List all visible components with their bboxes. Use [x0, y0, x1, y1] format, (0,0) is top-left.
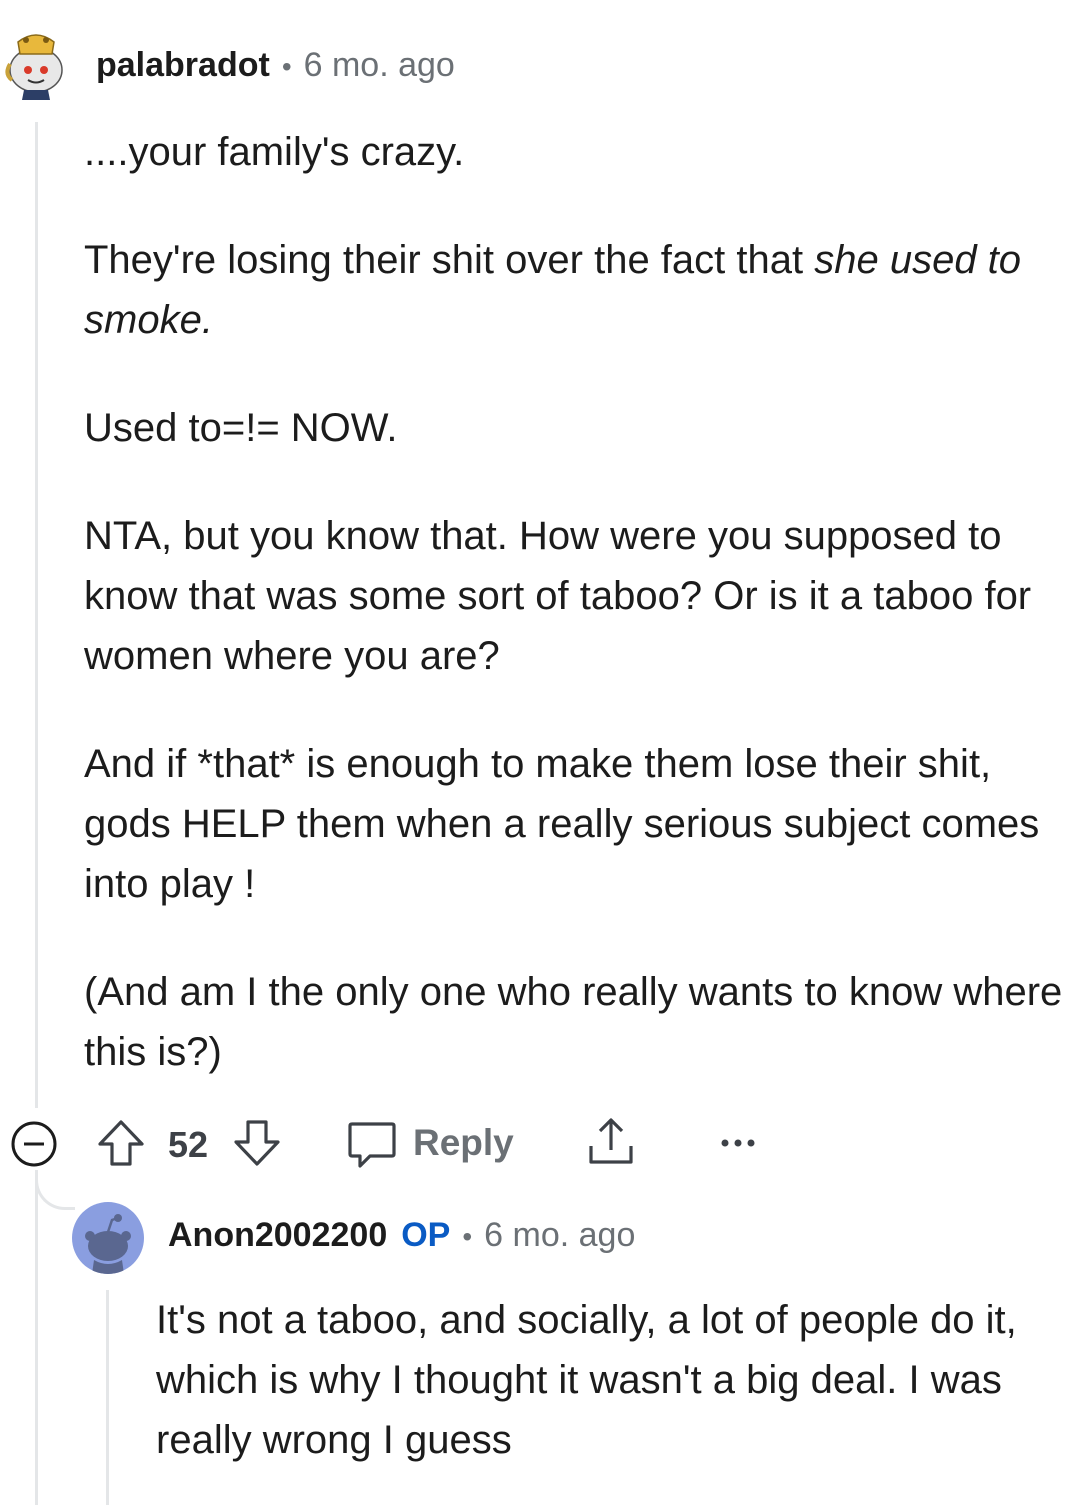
reply-username[interactable]: Anon2002200 [168, 1216, 387, 1255]
reply-body: It's not a taboo, and socially, a lot of… [156, 1290, 1066, 1470]
snoo-avatar-default-icon [85, 1214, 131, 1274]
reply-timestamp[interactable]: 6 mo. ago [484, 1216, 635, 1255]
timestamp[interactable]: 6 mo. ago [304, 46, 455, 85]
op-badge: OP [401, 1216, 451, 1254]
comment-paragraph: NTA, but you know that. How were you sup… [84, 514, 1032, 678]
reply-paragraph: It's not a taboo, and socially, a lot of… [156, 1298, 1017, 1462]
upvote-button[interactable] [96, 1118, 146, 1168]
vote-count: 52 [168, 1124, 209, 1165]
comment-body: ....your family's crazy. They're losing … [84, 122, 1069, 1082]
meta-separator: • [281, 51, 292, 82]
thread-line-main [35, 122, 38, 1108]
comment-action-bar: 52 Reply [0, 1112, 1079, 1172]
upvote-arrow-icon [98, 1120, 144, 1166]
snoo-avatar-crown-icon [5, 34, 63, 100]
thread-line-main-lower [35, 1170, 38, 1505]
share-button[interactable] [586, 1116, 636, 1168]
comment-text: They're losing their shit over the fact … [84, 238, 815, 282]
downvote-arrow-icon [234, 1120, 280, 1166]
username[interactable]: palabradot [96, 46, 270, 85]
downvote-button[interactable] [232, 1118, 282, 1168]
more-options-button[interactable] [716, 1128, 760, 1158]
collapse-minus-icon [11, 1121, 57, 1167]
reply-avatar[interactable] [72, 1202, 144, 1274]
comment-paragraph: Used to=!= NOW. [84, 406, 398, 450]
collapse-button[interactable] [10, 1120, 58, 1168]
thread-branch-curve [35, 1170, 75, 1210]
comment-paragraph: They're losing their shit over the fact … [84, 230, 1069, 350]
share-icon [589, 1118, 633, 1164]
reply-label[interactable]: Reply [413, 1122, 514, 1164]
reply-meta: Anon2002200 OP • 6 mo. ago [168, 1216, 635, 1255]
meta-separator: • [462, 1221, 473, 1252]
comment-meta: palabradot • 6 mo. ago [96, 46, 455, 85]
comment-paragraph: ....your family's crazy. [84, 130, 465, 174]
avatar[interactable] [4, 28, 68, 100]
more-dots-icon [721, 1139, 755, 1147]
speech-bubble-icon [348, 1122, 396, 1168]
comment-paragraph: (And am I the only one who really wants … [84, 970, 1063, 1074]
comment-paragraph: And if *that* is enough to make them los… [84, 742, 1040, 906]
thread-line-reply [106, 1290, 109, 1505]
